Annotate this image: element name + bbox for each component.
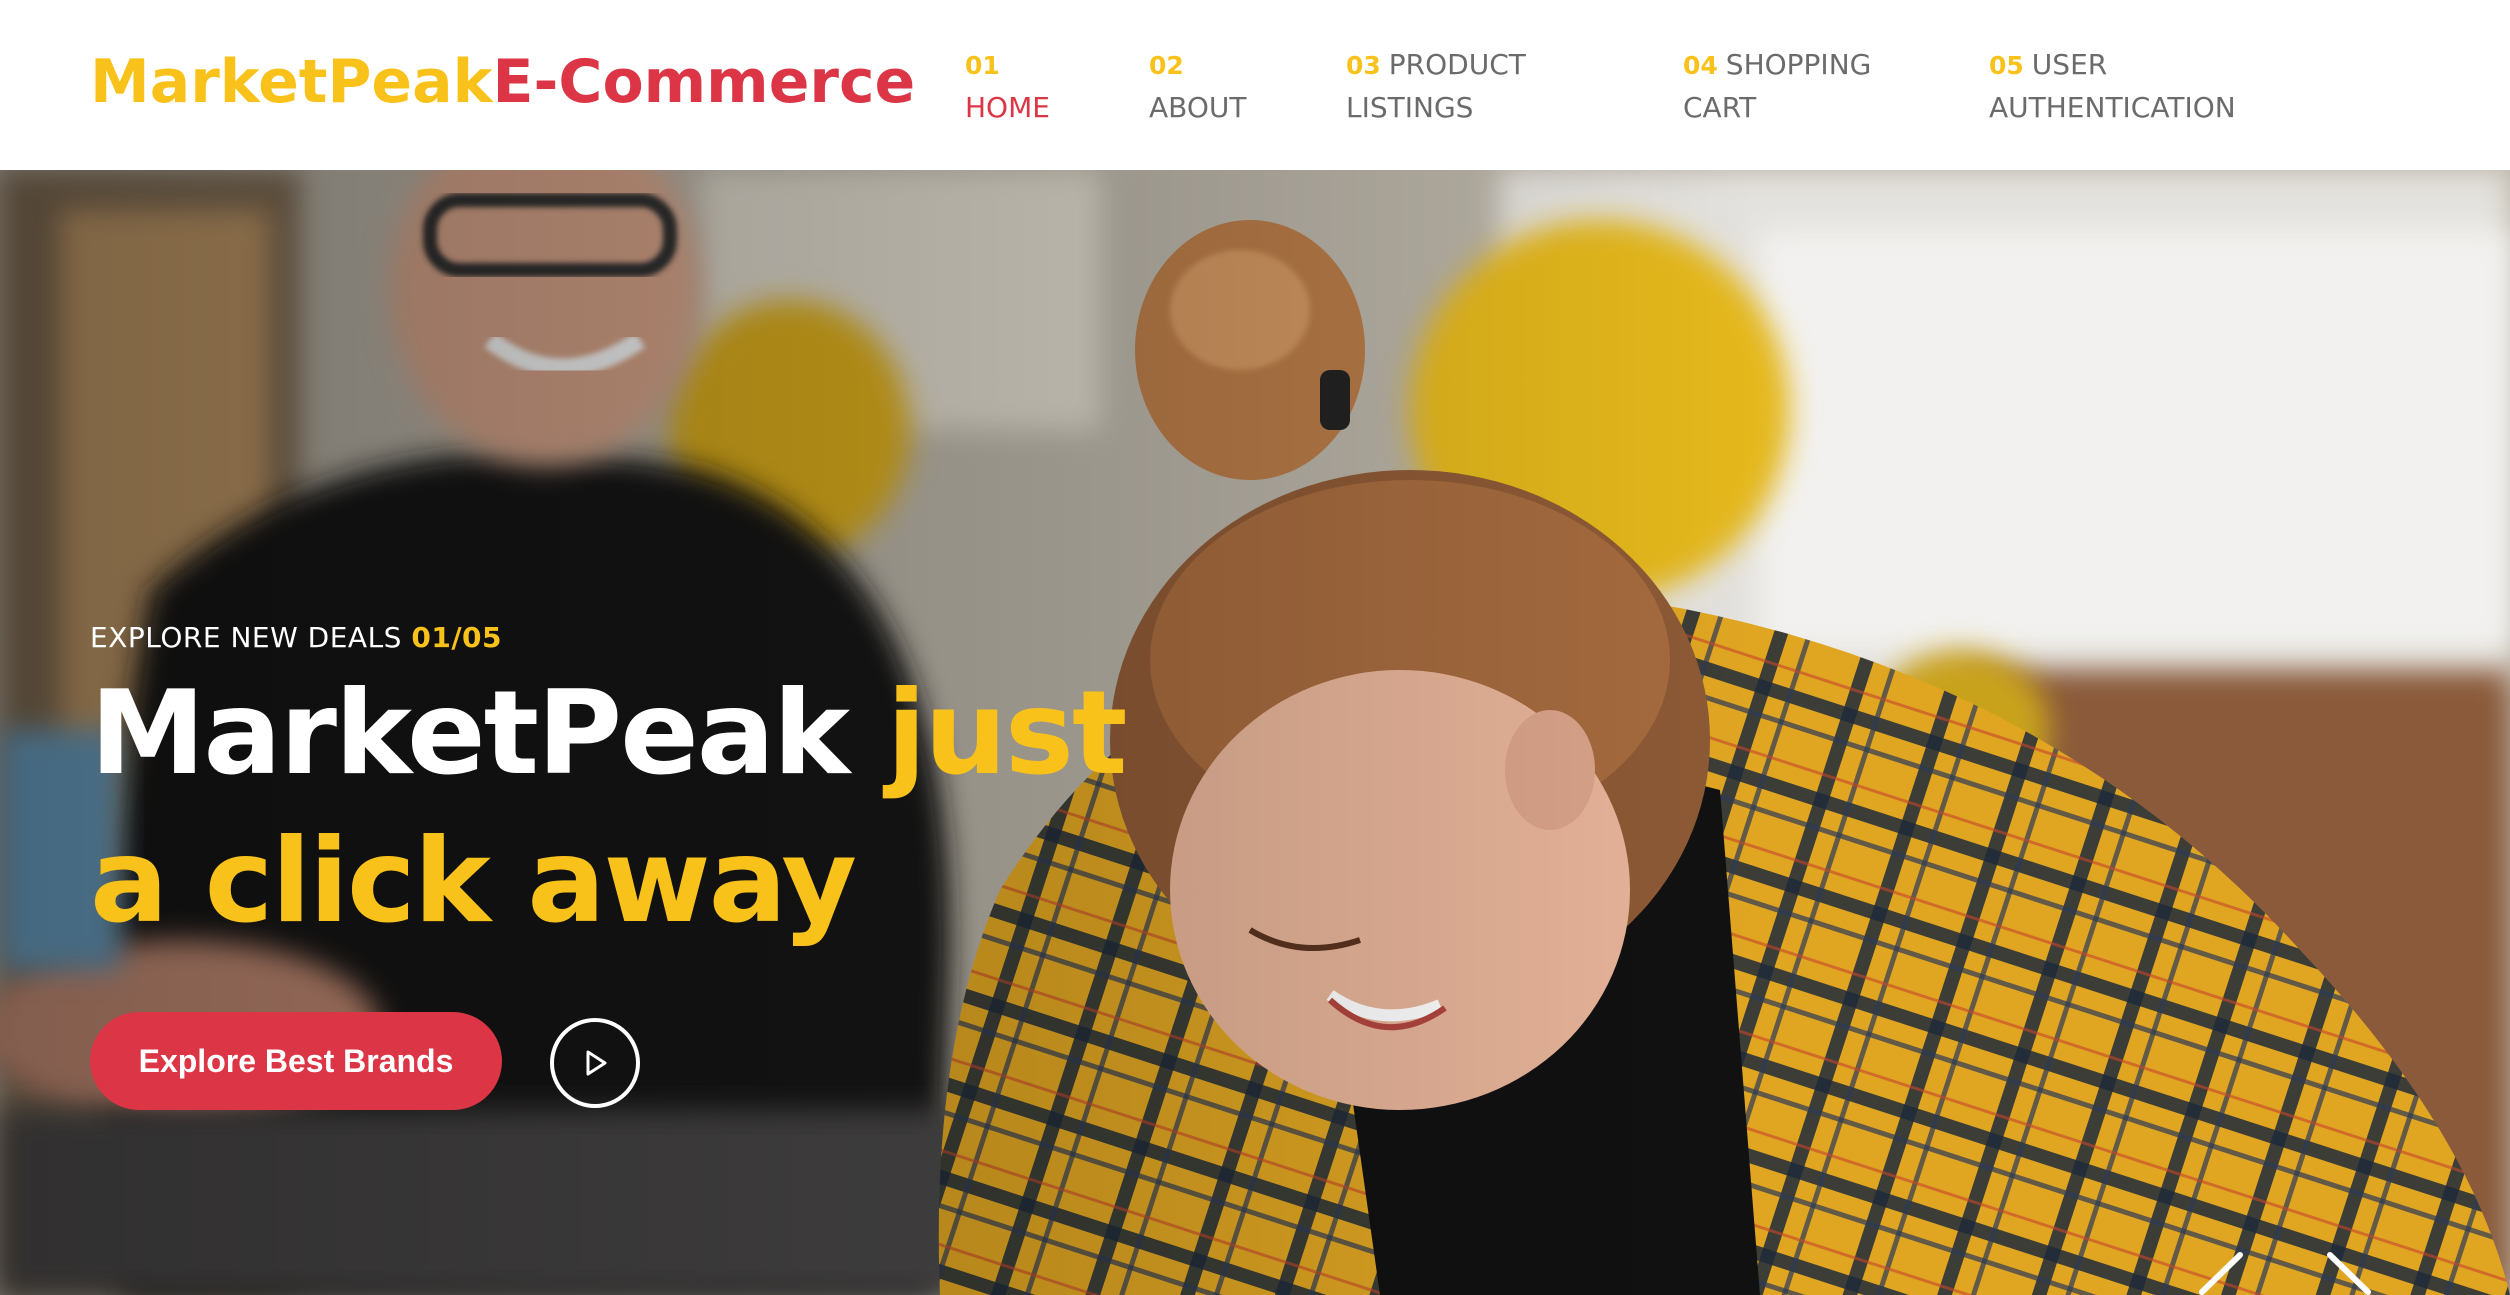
nav-item-number: 05 <box>1989 51 2024 80</box>
nav-item-label: SHOPPING <box>1725 48 1872 81</box>
nav-item-number: 02 <box>1149 51 1184 80</box>
nav-item-shopping-cart[interactable]: 04 SHOPPING CART <box>1683 44 1871 129</box>
nav-item-label: HOME <box>965 91 1050 124</box>
eyebrow-text: EXPLORE NEW DEALS <box>90 621 402 654</box>
nav-item-about[interactable]: 02 ABOUT <box>1149 44 1247 129</box>
nav-item-user-authentication[interactable]: 05 USER AUTHENTICATION <box>1989 44 2236 129</box>
headline-brand: MarketPeak <box>90 666 850 801</box>
nav-item-number: 01 <box>965 51 1000 80</box>
play-video-button[interactable] <box>550 1018 640 1108</box>
site-header: MarketPeakE-Commerce 01 HOME 02 ABOUT 03… <box>0 0 2510 170</box>
site-logo[interactable]: MarketPeakE-Commerce <box>90 44 915 120</box>
slide-counter: 01/05 <box>411 621 503 654</box>
nav-item-home[interactable]: 01 HOME <box>965 44 1050 129</box>
nav-item-label: PRODUCT <box>1388 48 1526 81</box>
play-icon <box>586 1050 607 1076</box>
logo-suffix: E-Commerce <box>492 47 916 117</box>
chevron-right-icon[interactable] <box>2320 1250 2380 1295</box>
nav-item-label: USER <box>2031 48 2108 81</box>
explore-best-brands-button[interactable]: Explore Best Brands <box>90 1012 502 1110</box>
logo-brand: MarketPeak <box>90 47 493 117</box>
nav-item-label-line2: AUTHENTICATION <box>1989 91 2236 124</box>
nav-item-product-listings[interactable]: 03 PRODUCT LISTINGS <box>1346 44 1526 129</box>
nav-item-label: ABOUT <box>1149 91 1247 124</box>
hero-slider: EXPLORE NEW DEALS 01/05 MarketPeak just … <box>0 170 2510 1295</box>
nav-item-label-line2: CART <box>1683 91 1757 124</box>
nav-item-number: 03 <box>1346 51 1381 80</box>
chevron-left-icon[interactable] <box>2190 1250 2250 1295</box>
nav-item-number: 04 <box>1683 51 1718 80</box>
hero-headline: MarketPeak just a click away <box>90 660 1190 956</box>
nav-item-label-line2: LISTINGS <box>1346 91 1474 124</box>
slide-eyebrow: EXPLORE NEW DEALS 01/05 <box>90 618 502 658</box>
